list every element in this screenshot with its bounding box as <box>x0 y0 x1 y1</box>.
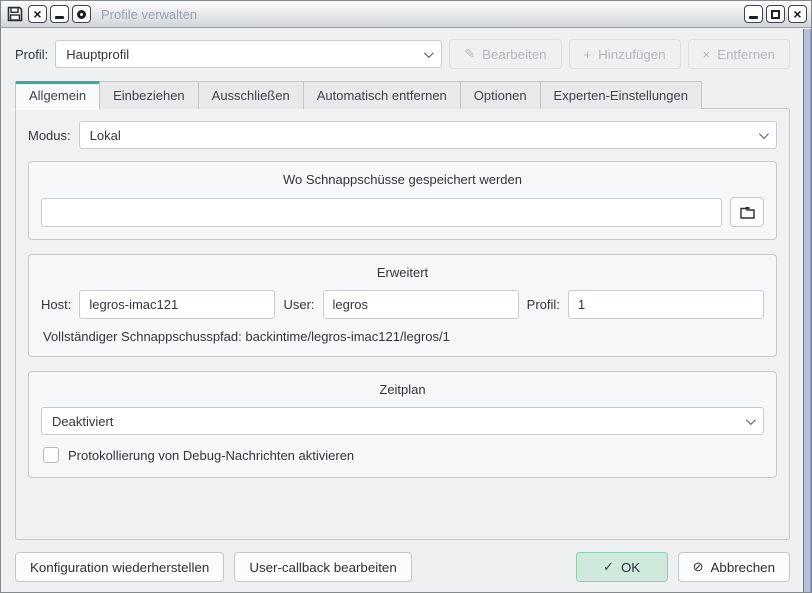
pencil-icon: ✎ <box>464 46 475 62</box>
restore-config-label: Konfiguration wiederherstellen <box>30 560 209 575</box>
cancel-icon: ⊘ <box>693 559 704 575</box>
tab-page-allgemein: Modus: Lokal Wo Schnappschüsse gespeiche… <box>15 108 790 540</box>
schedule-combobox-value: Deaktiviert <box>52 414 113 429</box>
host-input[interactable] <box>79 290 275 319</box>
close-icon: × <box>33 7 41 21</box>
host-label: Host: <box>41 297 71 312</box>
full-snapshot-path-text: Vollständiger Schnappschusspfad: backint… <box>43 329 762 344</box>
plus-icon: + <box>584 47 592 62</box>
footer-button-row: Konfiguration wiederherstellen User-call… <box>9 540 796 582</box>
folder-icon <box>740 206 755 219</box>
advanced-title: Erweitert <box>41 263 764 290</box>
minimize-icon <box>749 16 758 19</box>
mode-row: Modus: Lokal <box>28 121 777 149</box>
schedule-title: Zeitplan <box>41 380 764 407</box>
titlebar: × Profile verwalten × <box>1 1 811 28</box>
titlebar-right-close-button[interactable]: × <box>788 5 807 23</box>
debug-logging-label: Protokollierung von Debug-Nachrichten ak… <box>68 448 354 463</box>
tab-ausschliessen[interactable]: Ausschließen <box>198 81 304 109</box>
edit-profile-button[interactable]: ✎ Bearbeiten <box>449 39 561 69</box>
snapshot-path-input[interactable] <box>41 198 722 227</box>
window-frame-right-strip <box>803 29 811 592</box>
user-input[interactable] <box>323 290 519 319</box>
tab-optionen[interactable]: Optionen <box>460 81 541 109</box>
cancel-button[interactable]: ⊘ Abbrechen <box>678 552 790 582</box>
snapshot-location-title: Wo Schnappschüsse gespeichert werden <box>41 170 764 197</box>
tab-einbeziehen[interactable]: Einbeziehen <box>99 81 199 109</box>
edit-user-callback-button[interactable]: User-callback bearbeiten <box>234 552 411 582</box>
profile-row: Profil: Hauptprofil ✎ Bearbeiten + Hinzu… <box>15 39 790 69</box>
schedule-combobox[interactable]: Deaktiviert <box>41 407 764 435</box>
chevron-down-icon <box>424 48 434 58</box>
schedule-group: Zeitplan Deaktiviert Protokollierung von… <box>28 371 777 478</box>
browse-folder-button[interactable] <box>730 197 764 227</box>
edit-profile-label: Bearbeiten <box>482 47 546 62</box>
mode-label: Modus: <box>28 128 71 143</box>
check-icon: ✓ <box>603 559 614 575</box>
titlebar-left-close-button[interactable]: × <box>28 5 47 23</box>
add-profile-label: Hinzufügen <box>598 47 665 62</box>
debug-logging-row: Protokollierung von Debug-Nachrichten ak… <box>43 447 762 463</box>
restore-config-button[interactable]: Konfiguration wiederherstellen <box>15 552 224 582</box>
chevron-down-icon <box>759 129 769 139</box>
titlebar-right-maximize-button[interactable] <box>766 5 785 23</box>
tab-bar: Allgemein Einbeziehen Ausschließen Autom… <box>15 81 790 109</box>
ok-label: OK <box>621 560 640 575</box>
tab-allgemein[interactable]: Allgemein <box>15 81 100 109</box>
titlebar-left-maximize-button[interactable] <box>72 5 91 23</box>
profile-combobox[interactable]: Hauptprofil <box>55 40 442 68</box>
profile-label: Profil: <box>15 47 48 62</box>
profile-combobox-value: Hauptprofil <box>66 47 129 62</box>
window-title: Profile verwalten <box>101 7 741 22</box>
maximize-icon <box>771 10 780 19</box>
ok-button[interactable]: ✓ OK <box>576 552 668 582</box>
profile-id-label: Profil: <box>527 297 560 312</box>
profile-id-input[interactable] <box>568 290 764 319</box>
mode-combobox-value: Lokal <box>90 128 121 143</box>
remove-profile-button[interactable]: × Entfernen <box>688 39 790 69</box>
user-label: User: <box>283 297 314 312</box>
dialog-content: Profil: Hauptprofil ✎ Bearbeiten + Hinzu… <box>1 29 802 592</box>
tab-experten-einstellungen[interactable]: Experten-Einstellungen <box>540 81 702 109</box>
app-floppy-icon <box>5 4 25 24</box>
titlebar-right-minimize-button[interactable] <box>744 5 763 23</box>
maximize-icon <box>77 10 86 19</box>
close-icon: × <box>793 7 801 21</box>
snapshot-location-group: Wo Schnappschüsse gespeichert werden <box>28 161 777 240</box>
edit-user-callback-label: User-callback bearbeiten <box>249 560 396 575</box>
debug-logging-checkbox[interactable] <box>43 447 59 463</box>
cancel-label: Abbrechen <box>711 560 775 575</box>
mode-combobox[interactable]: Lokal <box>79 121 777 149</box>
chevron-down-icon <box>746 415 756 425</box>
add-profile-button[interactable]: + Hinzufügen <box>569 39 681 69</box>
dialog-window: × Profile verwalten × Profil: Hauptprofi… <box>0 0 812 593</box>
tab-automatisch-entfernen[interactable]: Automatisch entfernen <box>303 81 461 109</box>
remove-profile-label: Entfernen <box>717 47 775 62</box>
minimize-icon <box>55 16 64 19</box>
cross-icon: × <box>703 47 711 62</box>
advanced-group: Erweitert Host: User: Profil: Vollständi… <box>28 254 777 357</box>
titlebar-left-minimize-button[interactable] <box>50 5 69 23</box>
